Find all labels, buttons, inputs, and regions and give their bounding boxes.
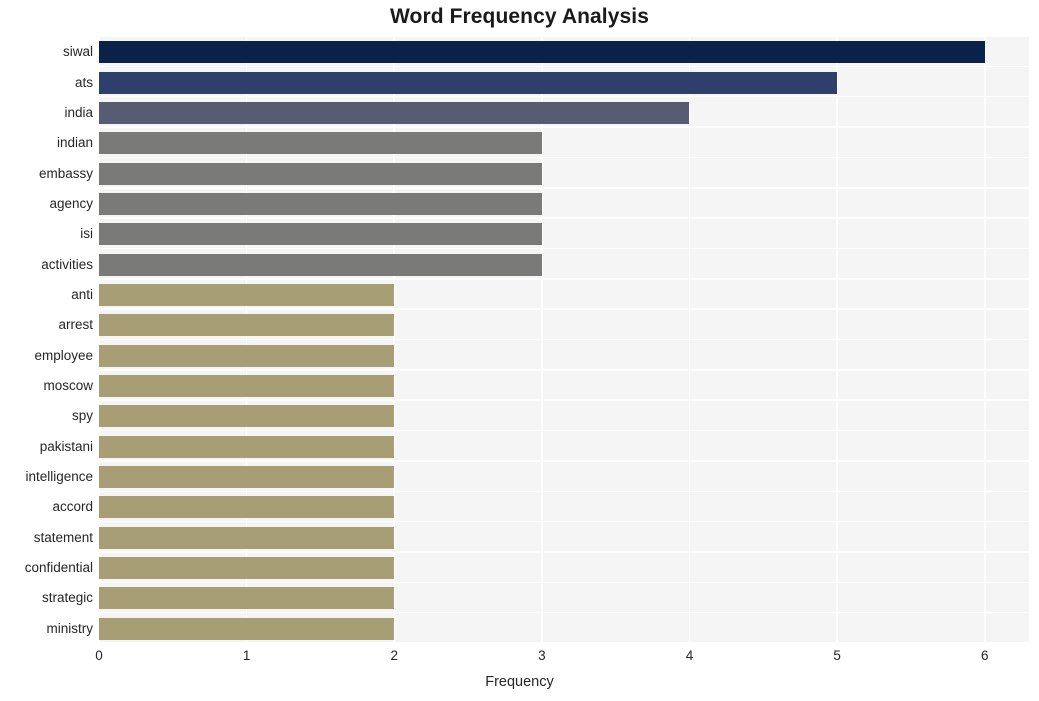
y-axis-label-agency: agency <box>49 195 93 211</box>
horizontal-gridline <box>99 520 1029 523</box>
horizontal-gridline <box>99 217 1029 219</box>
bar-activities[interactable] <box>99 253 542 276</box>
horizontal-gridline <box>99 156 1029 159</box>
bar-intelligence[interactable] <box>99 466 395 489</box>
horizontal-gridline <box>99 126 1029 128</box>
horizontal-gridline <box>99 581 1029 584</box>
chart-title: Word Frequency Analysis <box>389 5 650 28</box>
horizontal-gridline <box>99 399 1029 401</box>
horizontal-gridline <box>99 35 1029 37</box>
word-frequency-chart: Word Frequency Analysis siwal ats india ind… <box>0 0 1039 701</box>
bar-spy[interactable] <box>99 405 395 428</box>
horizontal-gridline <box>99 369 1029 371</box>
horizontal-gridline <box>99 95 1029 98</box>
y-axis-label-confidential: confidential <box>24 560 93 576</box>
y-axis-label-ats: ats <box>74 74 93 90</box>
vertical-gridline <box>541 36 543 643</box>
y-axis-label-moscow: moscow <box>43 378 93 394</box>
y-axis-label-pakistani: pakistani <box>39 438 93 454</box>
bar-embassy[interactable] <box>99 162 542 185</box>
bar-isi[interactable] <box>99 223 542 246</box>
bar-siwal[interactable] <box>99 41 985 64</box>
y-axis-label-indian: indian <box>56 135 93 151</box>
vertical-gridline <box>983 36 986 643</box>
x-tick-0: 0 <box>95 648 103 663</box>
vertical-gridline <box>393 36 396 643</box>
horizontal-gridline <box>99 551 1029 553</box>
y-axis-label-ministry: ministry <box>46 620 94 636</box>
horizontal-gridline <box>99 490 1029 492</box>
x-tick-2: 2 <box>390 648 398 663</box>
y-axis-label-embassy: embassy <box>38 165 93 181</box>
y-axis-label-activities: activities <box>41 256 93 272</box>
y-axis-label-employee: employee <box>34 347 93 363</box>
vertical-gridline <box>836 36 838 643</box>
bar-employee[interactable] <box>99 344 395 367</box>
horizontal-gridline <box>99 278 1029 280</box>
plot-area <box>98 35 1029 644</box>
x-tick-4: 4 <box>685 648 694 663</box>
horizontal-gridline <box>99 460 1029 462</box>
bar-statement[interactable] <box>99 526 395 549</box>
y-axis-label-anti: anti <box>71 286 93 302</box>
bar-pakistani[interactable] <box>99 435 395 458</box>
x-axis-ticks: 0 1 2 3 4 5 6 <box>0 648 1039 668</box>
y-axis-label-isi: isi <box>80 226 93 242</box>
horizontal-gridline <box>99 65 1029 68</box>
vertical-gridline <box>688 36 691 643</box>
bar-india[interactable] <box>99 101 690 124</box>
vertical-gridline <box>245 36 248 643</box>
horizontal-gridline <box>99 308 1029 310</box>
bar-agency[interactable] <box>99 192 542 215</box>
x-tick-1: 1 <box>242 648 251 663</box>
bar-moscow[interactable] <box>99 375 395 398</box>
horizontal-gridline <box>99 338 1029 341</box>
horizontal-gridline <box>99 611 1029 614</box>
y-axis-label-accord: accord <box>52 499 93 515</box>
y-axis-label-statement: statement <box>33 529 93 545</box>
bar-confidential[interactable] <box>99 557 395 580</box>
bar-arrest[interactable] <box>99 314 395 337</box>
y-axis-labels: siwal ats india indian embassy agency isi activ… <box>0 36 93 643</box>
y-axis-label-siwal: siwal <box>62 44 93 60</box>
y-axis-label-india: india <box>64 104 93 120</box>
vertical-gridline <box>98 36 100 643</box>
horizontal-gridline <box>99 642 1029 644</box>
x-axis-title: Frequency <box>485 674 554 690</box>
y-axis-label-strategic: strategic <box>41 590 93 606</box>
horizontal-gridline <box>99 187 1029 189</box>
bar-anti[interactable] <box>99 283 395 306</box>
bar-ats[interactable] <box>99 71 838 94</box>
bar-indian[interactable] <box>99 132 542 155</box>
horizontal-gridline <box>99 429 1029 432</box>
y-axis-label-arrest: arrest <box>58 317 93 333</box>
y-axis-label-spy: spy <box>71 408 93 424</box>
x-tick-5: 5 <box>833 648 841 663</box>
y-axis-label-intelligence: intelligence <box>25 469 93 485</box>
bar-accord[interactable] <box>99 496 395 519</box>
bar-ministry[interactable] <box>99 617 395 640</box>
horizontal-gridline <box>99 247 1029 250</box>
bar-strategic[interactable] <box>99 587 395 610</box>
x-tick-6: 6 <box>980 648 989 663</box>
x-tick-3: 3 <box>538 648 546 663</box>
